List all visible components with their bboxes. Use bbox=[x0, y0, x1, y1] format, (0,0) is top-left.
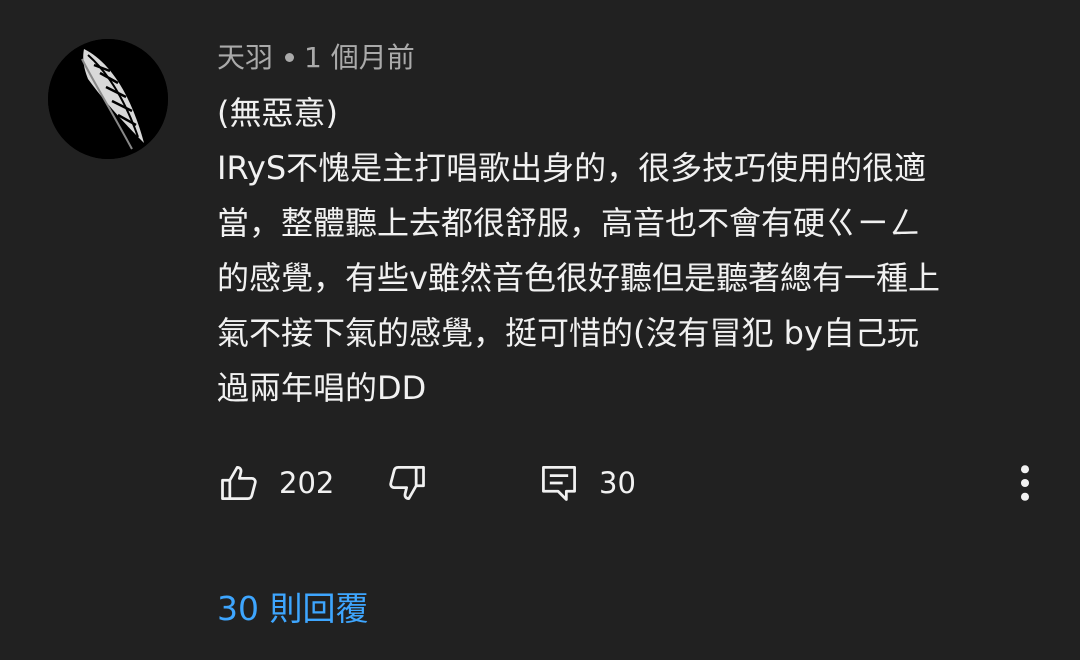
more-options-button[interactable] bbox=[1005, 455, 1045, 511]
more-vertical-icon bbox=[1020, 465, 1030, 501]
comment-line: (無惡意) bbox=[217, 94, 338, 132]
like-button[interactable]: 202 bbox=[217, 455, 334, 511]
avatar[interactable] bbox=[48, 39, 168, 159]
comment-thread: 天羽 1 個月前 (無惡意) IRyS不愧是主打唱歌出身的，很多技巧使用的很適 當… bbox=[0, 0, 1080, 660]
comment-actions: 202 30 bbox=[0, 455, 1080, 511]
separator-dot bbox=[285, 52, 295, 62]
comment-line: 的感覺，有些v雖然音色很好聽但是聽著總有一種上 bbox=[217, 259, 940, 297]
timestamp[interactable]: 1 個月前 bbox=[304, 41, 415, 74]
comment-line: 氣不接下氣的感覺，挺可惜的(沒有冒犯 by自己玩 bbox=[217, 314, 919, 352]
view-replies-link[interactable]: 30 則回覆 bbox=[217, 585, 368, 633]
author-name[interactable]: 天羽 bbox=[217, 41, 273, 74]
feather-avatar-image bbox=[48, 39, 168, 159]
comment-icon bbox=[542, 466, 576, 501]
comment-line: 過兩年唱的DD bbox=[217, 369, 427, 407]
thumbs-down-icon bbox=[389, 466, 425, 500]
like-count: 202 bbox=[279, 466, 335, 500]
comment-line: 當，整體聽上去都很舒服，高音也不會有硬ㄍㄧㄥ bbox=[217, 204, 922, 242]
comment-text: (無惡意) IRyS不愧是主打唱歌出身的，很多技巧使用的很適 當，整體聽上去都很… bbox=[217, 86, 1037, 416]
comment-meta: 天羽 1 個月前 bbox=[217, 38, 415, 78]
thumbs-up-icon bbox=[221, 466, 257, 500]
comment-line: IRyS不愧是主打唱歌出身的，很多技巧使用的很適 bbox=[217, 149, 927, 187]
dislike-button[interactable] bbox=[385, 455, 429, 511]
reply-button[interactable]: 30 bbox=[537, 455, 636, 511]
reply-count: 30 bbox=[599, 466, 636, 500]
